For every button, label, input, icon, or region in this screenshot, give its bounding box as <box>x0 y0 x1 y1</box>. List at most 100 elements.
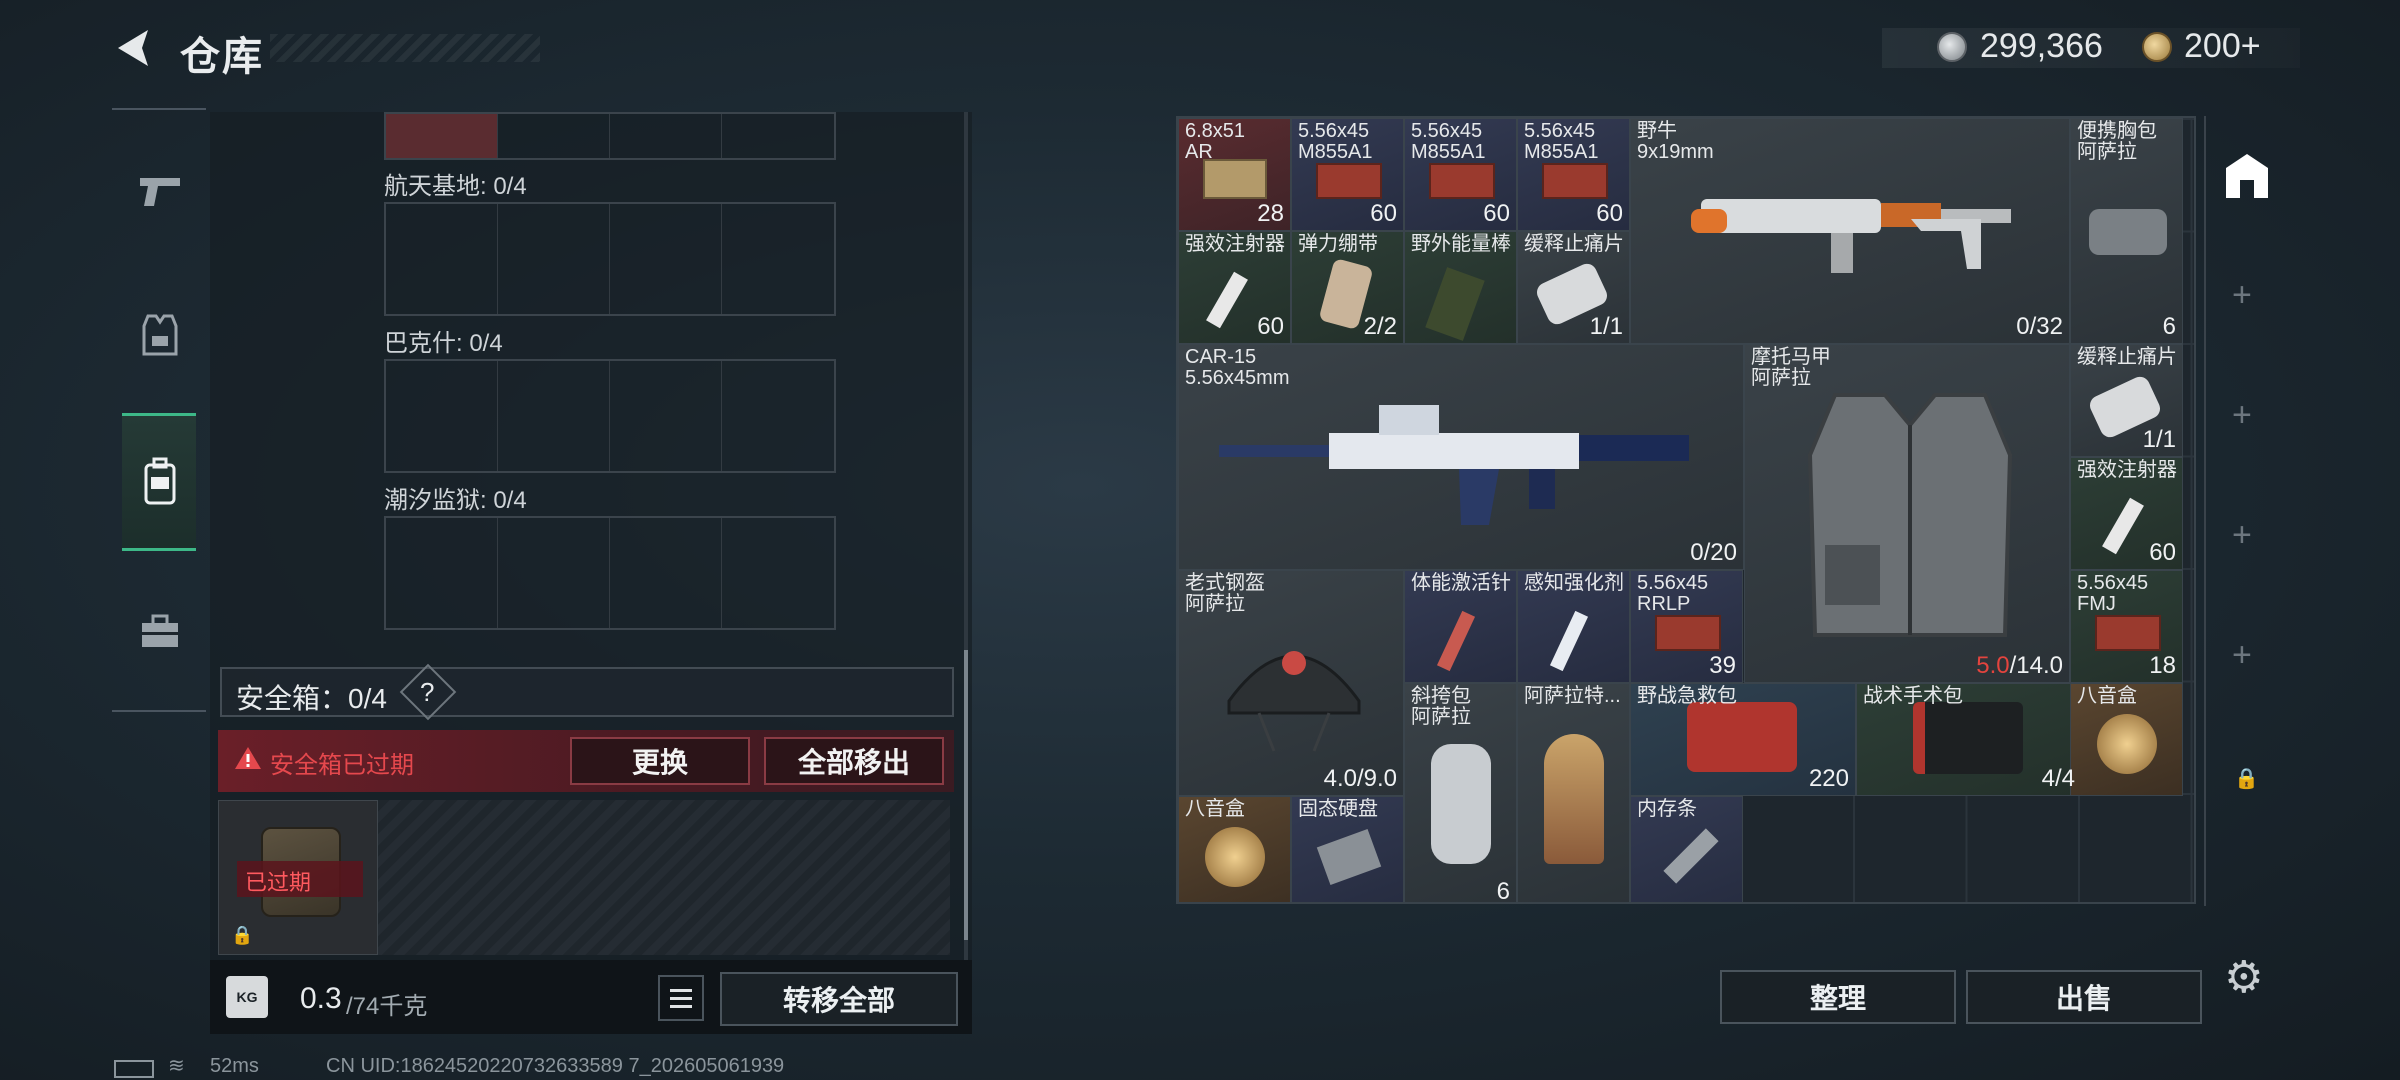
gold-coin-icon <box>2142 32 2172 62</box>
silver-amount: 299,366 <box>1980 27 2103 65</box>
grid-item-ammo-68x51[interactable]: 6.8x51 AR 28 <box>1178 118 1291 231</box>
grid-item-strong-injector-2[interactable]: 强效注射器 60 <box>2070 457 2183 570</box>
uid-text: CN UID:18624520220732633589 7_2026050619… <box>326 1055 785 1077</box>
ammo-box-icon <box>1429 163 1495 199</box>
grid-item-ammo-m855a1-3[interactable]: 5.56x45 M855A1 60 <box>1517 118 1630 231</box>
gold-amount[interactable]: 200+ <box>2184 27 2261 66</box>
grid-item-elastic-bandage[interactable]: 弹力绷带 2/2 <box>1291 231 1404 344</box>
battery-icon <box>114 1060 154 1078</box>
ping-text: 52ms <box>210 1055 259 1077</box>
vest-icon <box>142 314 178 356</box>
grid-item-motorcycle-vest[interactable]: 摩托马甲 阿萨拉 5.0/14.0 <box>1744 344 2070 683</box>
ssd-icon <box>1316 828 1382 886</box>
back-button[interactable] <box>112 26 156 70</box>
weight-current: 0.3 <box>300 982 342 1015</box>
energy-bar-icon <box>1425 267 1485 341</box>
grid-item-sling-bag[interactable]: 斜挎包 阿萨拉 6 <box>1404 683 1517 902</box>
slot-grid-tidal-prison[interactable] <box>384 516 836 630</box>
pistol-icon <box>140 178 180 206</box>
remove-all-button[interactable]: 全部移出 <box>764 737 944 785</box>
grid-item-bizon-smg[interactable]: 野牛 9x19mm 0/32 <box>1630 118 2070 344</box>
back-arrow-icon <box>118 30 148 66</box>
injector-icon <box>2102 497 2144 555</box>
ammo-box-icon <box>1203 159 1267 199</box>
tab-equipment[interactable] <box>125 300 195 370</box>
title-decoration <box>270 34 540 62</box>
tab-weapons[interactable] <box>125 155 195 225</box>
add-storage-icon[interactable]: + <box>2232 516 2252 555</box>
lock-icon: 🔒 <box>231 925 254 945</box>
ammo-box-icon <box>1542 163 1608 199</box>
grid-item-ram[interactable]: 内存条 <box>1630 796 1743 902</box>
grid-item-ammo-rrlp[interactable]: 5.56x45 RRLP 39 <box>1630 570 1743 683</box>
vest-durability-max: /14.0 <box>2009 652 2063 679</box>
storage-tab-icon[interactable] <box>2220 150 2274 209</box>
left-scrollbar-thumb[interactable] <box>964 650 968 940</box>
tab-backpack[interactable] <box>125 447 195 517</box>
grid-item-asara-lantern[interactable]: 阿萨拉特... <box>1517 683 1630 902</box>
helmet-icon <box>1227 651 1361 752</box>
grid-item-painkiller-2[interactable]: 缓释止痛片 1/1 <box>2070 344 2183 457</box>
safebox-item[interactable]: 已过期 🔒 <box>218 800 378 955</box>
injector-icon <box>1206 271 1248 329</box>
grid-item-chest-bag[interactable]: 便携胸包 阿萨拉 6 <box>2070 118 2183 344</box>
lantern-icon <box>1544 734 1604 864</box>
replace-button[interactable]: 更换 <box>570 737 750 785</box>
grid-item-perception-booster[interactable]: 感知强化剂 <box>1517 570 1630 683</box>
first-aid-kit-icon <box>1687 702 1797 772</box>
weight-max: /74千克 <box>346 993 428 1020</box>
safebox-label: 安全箱：0/4 <box>236 683 387 714</box>
ammo-box-icon <box>2095 615 2161 651</box>
location-label-bakesh: 巴克什: 0/4 <box>384 330 503 357</box>
bag-icon <box>2089 209 2167 255</box>
grid-item-music-box-2[interactable]: 八音盒 <box>1178 796 1291 902</box>
weight-kg-icon: KG <box>226 976 268 1018</box>
ammo-box-icon <box>1655 615 1721 651</box>
expired-badge: 已过期 <box>245 870 312 895</box>
location-label-tidal-prison: 潮汐监狱: 0/4 <box>384 487 527 514</box>
grid-item-old-helmet[interactable]: 老式钢盔 阿萨拉 4.0/9.0 <box>1178 570 1404 796</box>
sort-button[interactable]: 整理 <box>1720 970 1956 1024</box>
rifle-icon <box>1219 405 1689 525</box>
grid-item-car15-rifle[interactable]: CAR-15 5.56x45mm 0/20 <box>1178 344 1744 570</box>
lock-icon: 🔒 <box>2234 768 2259 790</box>
grid-item-energy-bar[interactable]: 野外能量棒 <box>1404 231 1517 344</box>
list-view-button[interactable] <box>658 975 704 1021</box>
sell-button[interactable]: 出售 <box>1966 970 2202 1024</box>
warning-icon <box>234 745 262 776</box>
sling-bag-icon <box>1431 744 1491 864</box>
settings-gear-icon[interactable]: ⚙ <box>2224 952 2263 1003</box>
page-title: 仓库 <box>180 35 264 79</box>
grid-item-ssd[interactable]: 固态硬盘 <box>1291 796 1404 902</box>
surgery-kit-icon <box>1913 702 2023 774</box>
ammo-box-icon <box>1316 163 1382 199</box>
grid-item-music-box-1[interactable]: 八音盒 <box>2070 683 2183 796</box>
wifi-icon: ≋ <box>168 1055 185 1077</box>
grid-item-ammo-fmj[interactable]: 5.56x45 FMJ 18 <box>2070 570 2183 683</box>
toolbox-icon <box>142 614 178 647</box>
grid-item-strong-injector-1[interactable]: 强效注射器 60 <box>1178 231 1291 344</box>
ram-icon <box>1663 828 1719 884</box>
injector-icon <box>1436 610 1476 672</box>
slot-grid-bakesh[interactable] <box>384 359 836 473</box>
smg-icon <box>1691 199 2011 273</box>
help-icon: ? <box>420 677 435 707</box>
vest-armor-icon <box>1807 393 2013 637</box>
transfer-all-button[interactable]: 转移全部 <box>720 972 958 1026</box>
grid-item-stamina-injector[interactable]: 体能激活针 <box>1404 570 1517 683</box>
slot-grid-aerospace[interactable] <box>384 202 836 316</box>
grid-item-ammo-m855a1-1[interactable]: 5.56x45 M855A1 60 <box>1291 118 1404 231</box>
add-storage-icon[interactable]: + <box>2232 396 2252 435</box>
music-box-icon <box>1205 827 1265 887</box>
grid-item-ammo-m855a1-2[interactable]: 5.56x45 M855A1 60 <box>1404 118 1517 231</box>
add-storage-icon[interactable]: + <box>2232 276 2252 315</box>
slot-row-top <box>384 112 836 160</box>
add-storage-icon[interactable]: + <box>2232 636 2252 675</box>
silver-coin-icon <box>1937 32 1967 62</box>
grid-item-tactical-surgery-kit[interactable]: 战术手术包 4/4 <box>1856 683 2082 796</box>
music-box-icon <box>2097 714 2157 774</box>
expired-notice-text: 安全箱已过期 <box>270 752 414 779</box>
tab-toolbox[interactable] <box>125 596 195 666</box>
grid-item-field-first-aid-kit[interactable]: 野战急救包 220 <box>1630 683 1856 796</box>
grid-item-painkiller-1[interactable]: 缓释止痛片 1/1 <box>1517 231 1630 344</box>
